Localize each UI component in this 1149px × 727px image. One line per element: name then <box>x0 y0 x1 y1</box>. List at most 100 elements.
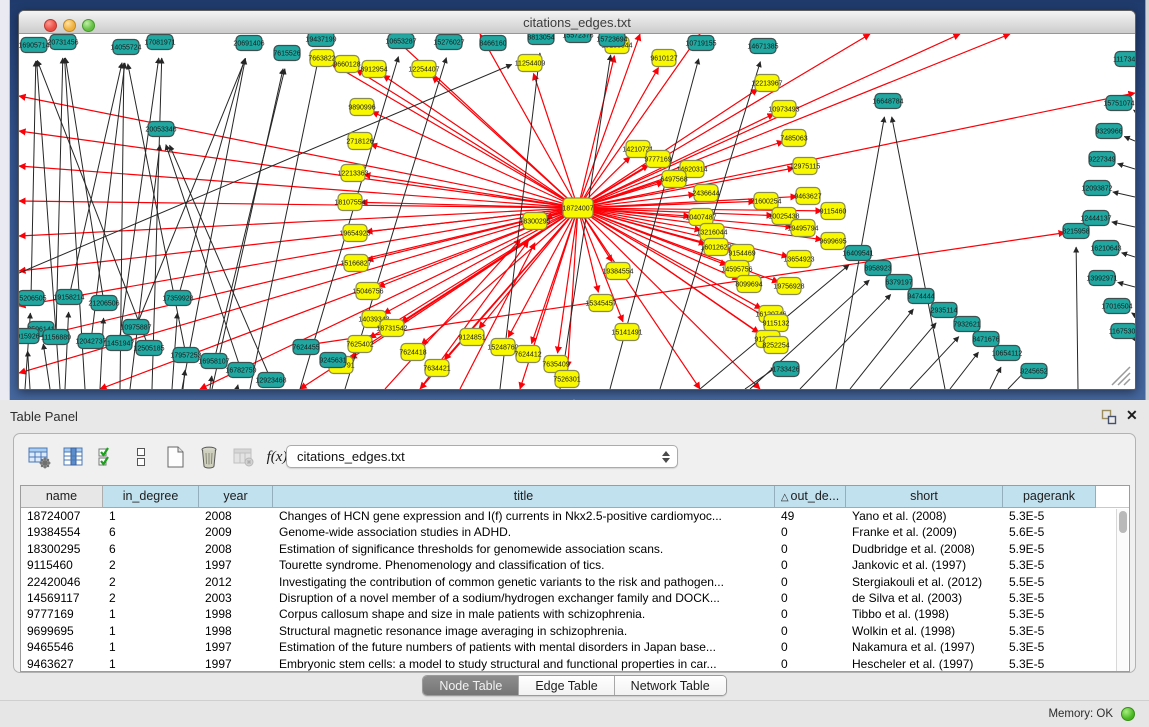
graph-node[interactable]: 7663822 <box>308 50 335 67</box>
graph-node[interactable]: 10719155 <box>685 36 716 51</box>
graph-node[interactable]: 7624455 <box>292 340 319 355</box>
import-table-icon[interactable] <box>228 443 258 471</box>
graph-node[interactable]: 15046756 <box>352 283 383 300</box>
graph-node[interactable]: 7615526 <box>273 46 300 61</box>
graph-node[interactable]: 9660128 <box>333 56 360 73</box>
table-row[interactable]: 1456911722003Disruption of a novel membe… <box>21 590 1129 606</box>
graph-node[interactable]: 15751074 <box>1103 96 1134 111</box>
graph-node[interactable]: 20731456 <box>47 35 78 50</box>
graph-node[interactable]: 3915926 <box>19 329 40 344</box>
graph-node[interactable]: 19654923 <box>339 225 370 242</box>
graph-node[interactable]: 16012627 <box>700 239 731 256</box>
graph-node[interactable]: 17359928 <box>162 291 193 306</box>
graph-node[interactable]: 7624418 <box>399 344 426 361</box>
graph-node[interactable]: 9115132 <box>763 315 790 332</box>
table-row[interactable]: 1830029562008Estimation of significance … <box>21 541 1129 557</box>
graph-node[interactable]: 16648784 <box>872 94 903 109</box>
graph-node[interactable]: 15276027 <box>433 35 464 50</box>
graph-node[interactable]: 18724007 <box>562 198 593 218</box>
column-header-in-degree[interactable]: in_degree <box>103 486 199 508</box>
new-table-icon[interactable] <box>160 443 190 471</box>
graph-node[interactable]: 18731542 <box>376 320 407 337</box>
graph-node[interactable]: 9227349 <box>1088 152 1115 167</box>
graph-node[interactable]: 8466160 <box>479 36 506 51</box>
graph-node[interactable]: 17081971 <box>144 35 175 50</box>
graph-node[interactable]: 2935114 <box>931 303 958 318</box>
graph-node[interactable]: 11156889 <box>41 330 71 345</box>
table-column-icon[interactable] <box>58 443 88 471</box>
graph-node[interactable]: 12093872 <box>1081 181 1112 196</box>
graph-node[interactable]: 9463627 <box>794 188 821 205</box>
network-window-titlebar[interactable]: citations_edges.txt <box>19 11 1135 34</box>
graph-node[interactable]: 8912954 <box>360 61 387 78</box>
graph-node[interactable]: 6379197 <box>885 275 912 290</box>
graph-node[interactable]: 15572376 <box>562 34 593 43</box>
graph-node[interactable]: 12213967 <box>751 75 782 92</box>
delete-table-icon[interactable] <box>194 443 224 471</box>
graph-node[interactable]: 9474444 <box>907 289 934 304</box>
graph-node[interactable]: 16905714 <box>19 38 50 53</box>
graph-node[interactable]: 7624412 <box>514 346 541 363</box>
graph-node[interactable]: 7634421 <box>423 360 450 377</box>
table-row[interactable]: 1872400712008Changes of HCN gene express… <box>21 508 1129 524</box>
graph-node[interactable]: 9115460 <box>820 203 847 220</box>
graph-node[interactable]: 12042737 <box>75 334 106 349</box>
graph-node[interactable]: 12505185 <box>133 341 164 356</box>
table-row[interactable]: 946362711997Embryonic stem cells: a mode… <box>21 656 1129 672</box>
graph-node[interactable]: 7932621 <box>953 317 980 332</box>
graph-node[interactable]: 11254409 <box>515 55 546 72</box>
graph-node[interactable]: 19495794 <box>787 220 818 237</box>
graph-node[interactable]: 11675309 <box>1109 324 1135 339</box>
graph-node[interactable]: 9245631 <box>319 353 346 368</box>
column-header-year[interactable]: year <box>199 486 273 508</box>
graph-node[interactable]: 7526301 <box>553 371 580 388</box>
graph-node[interactable]: 2436644 <box>692 185 719 202</box>
graph-node[interactable]: 10975887 <box>120 320 151 335</box>
graph-node[interactable]: 8471676 <box>972 332 999 347</box>
graph-node[interactable]: 19384554 <box>602 263 633 280</box>
graph-node[interactable]: 15345457 <box>585 295 616 312</box>
graph-node[interactable]: 20053346 <box>145 122 176 137</box>
graph-node[interactable]: 16958107 <box>198 354 229 369</box>
graph-node[interactable]: 9610127 <box>650 50 677 67</box>
graph-node[interactable]: 17016504 <box>1101 299 1132 314</box>
graph-node[interactable]: 1733426 <box>772 362 799 377</box>
table-settings-icon[interactable] <box>24 443 54 471</box>
table-row[interactable]: 977716911998Corpus callosum shape and si… <box>21 606 1129 622</box>
graph-node[interactable]: 15141491 <box>611 324 642 341</box>
graph-node[interactable]: 15166827 <box>340 255 371 272</box>
memory-status-icon[interactable] <box>1121 707 1135 721</box>
window-resize-grip[interactable] <box>1112 367 1130 385</box>
graph-node[interactable]: 14671385 <box>747 39 778 54</box>
table-scrollbar[interactable] <box>1116 509 1128 671</box>
graph-node[interactable]: 12975115 <box>790 158 821 175</box>
row-height-icon[interactable] <box>126 443 156 471</box>
graph-node[interactable]: 13992971 <box>1086 271 1117 286</box>
graph-node[interactable]: 11173457 <box>1113 52 1135 67</box>
tab-edge-table[interactable]: Edge Table <box>519 676 614 695</box>
tab-network-table[interactable]: Network Table <box>615 676 726 695</box>
graph-node[interactable]: 12254407 <box>408 61 439 78</box>
column-header-name[interactable]: name <box>21 486 103 508</box>
graph-node[interactable]: 12213363 <box>337 165 368 182</box>
graph-node[interactable]: 9245652 <box>1020 364 1047 379</box>
graph-node[interactable]: 16210643 <box>1090 241 1121 256</box>
graph-node[interactable]: 12444137 <box>1080 211 1111 226</box>
column-header-short[interactable]: short <box>846 486 1003 508</box>
graph-node[interactable]: 2718126 <box>346 133 373 150</box>
graph-node[interactable]: 25206505 <box>19 291 47 306</box>
graph-canvas[interactable]: 7663822966012889129549890996271812612213… <box>19 34 1135 389</box>
graph-node[interactable]: 9124851 <box>458 329 485 346</box>
column-header-title[interactable]: title <box>273 486 775 508</box>
graph-node[interactable]: 7485063 <box>780 130 807 147</box>
graph-node[interactable]: 15723694 <box>596 34 627 47</box>
graph-node[interactable]: 21206506 <box>88 296 119 311</box>
graph-node[interactable]: 9699695 <box>819 233 846 250</box>
graph-node[interactable]: 19756928 <box>773 278 804 295</box>
graph-node[interactable]: 9777169 <box>644 151 671 168</box>
table-row[interactable]: 946554611997Estimation of the future num… <box>21 639 1129 655</box>
table-scrollbar-thumb[interactable] <box>1119 511 1127 533</box>
column-header-out-de-[interactable]: △out_de... <box>775 486 846 508</box>
close-panel-icon[interactable]: ✕ <box>1126 407 1138 424</box>
tab-node-table[interactable]: Node Table <box>423 676 519 695</box>
